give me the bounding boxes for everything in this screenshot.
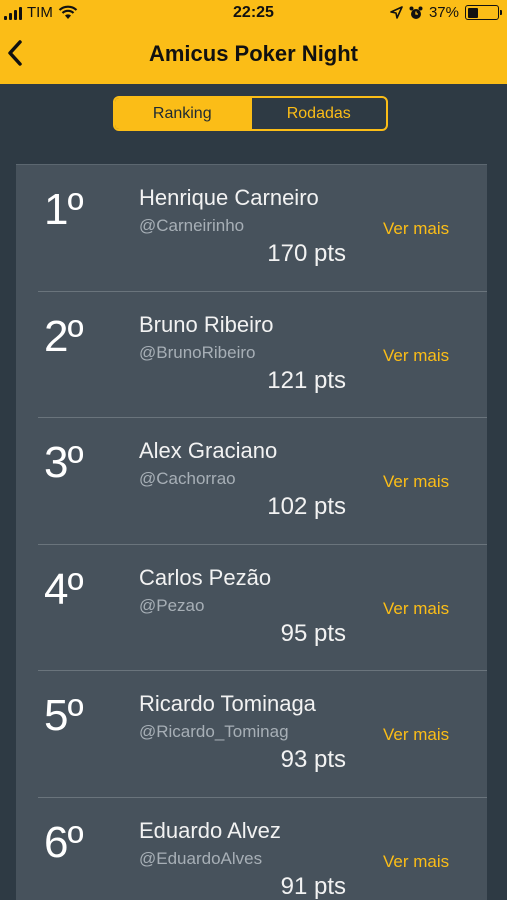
ver-mais-link[interactable]: Ver mais <box>383 599 449 619</box>
battery-percentage: 37% <box>428 4 459 21</box>
player-points: 91 pts <box>280 872 346 900</box>
rank-position: 2º <box>44 311 84 361</box>
list-item: 1º Henrique Carneiro @Carneirinho 170 pt… <box>16 165 487 292</box>
rank-position: 1º <box>44 185 84 234</box>
segmented-control: Ranking Rodadas <box>113 96 388 131</box>
list-item: 4º Carlos Pezão @Pezao 95 pts Ver mais <box>16 545 487 672</box>
nav-bar: Amicus Poker Night <box>0 26 507 84</box>
alarm-clock-icon <box>409 6 423 19</box>
player-handle: @EduardoAlves <box>139 848 263 868</box>
list-item: 2º Bruno Ribeiro @BrunoRibeiro 121 pts V… <box>16 292 487 419</box>
battery-fill <box>467 7 479 18</box>
list-item: 6º Eduardo Alvez @EduardoAlves 91 pts Ve… <box>16 798 487 900</box>
rank-position: 6º <box>44 817 84 867</box>
list-item: 3º Alex Graciano @Cachorrao 102 pts Ver … <box>16 418 487 545</box>
rank-position: 3º <box>44 438 84 487</box>
page-title: Amicus Poker Night <box>148 41 359 66</box>
player-handle: @Cachorrao <box>139 469 236 488</box>
ver-mais-link[interactable]: Ver mais <box>383 472 449 492</box>
player-name: Carlos Pezão <box>139 564 272 590</box>
tab-ranking[interactable]: Ranking <box>115 98 250 129</box>
tab-rodadas[interactable]: Rodadas <box>249 98 387 129</box>
player-handle: @BrunoRibeiro <box>139 342 256 362</box>
player-points: 93 pts <box>280 746 346 773</box>
player-handle: @Ricardo_Tominag <box>139 722 289 741</box>
status-right: 37% <box>390 4 502 21</box>
battery-icon <box>465 5 502 20</box>
player-name: Henrique Carneiro <box>139 185 319 210</box>
player-name: Bruno Ribeiro <box>139 311 274 337</box>
ver-mais-link[interactable]: Ver mais <box>383 852 449 872</box>
rank-position: 4º <box>44 564 84 614</box>
player-points: 95 pts <box>280 619 346 647</box>
ver-mais-link[interactable]: Ver mais <box>383 219 449 239</box>
player-points: 121 pts <box>267 366 346 394</box>
player-name: Ricardo Tominaga <box>139 691 316 716</box>
player-name: Alex Graciano <box>139 438 278 463</box>
player-points: 170 pts <box>267 240 346 267</box>
player-points: 102 pts <box>267 493 346 520</box>
list-item: 5º Ricardo Tominaga @Ricardo_Tominag 93 … <box>16 671 487 798</box>
player-handle: @Carneirinho <box>139 216 245 235</box>
rank-position: 5º <box>44 691 84 740</box>
location-arrow-icon <box>390 6 403 19</box>
player-name: Eduardo Alvez <box>139 817 281 843</box>
ver-mais-link[interactable]: Ver mais <box>383 725 449 745</box>
ver-mais-link[interactable]: Ver mais <box>383 346 449 366</box>
ranking-list: 1º Henrique Carneiro @Carneirinho 170 pt… <box>16 164 487 900</box>
player-handle: @Pezao <box>139 595 205 615</box>
status-bar: TIM 22:25 37% <box>0 0 507 26</box>
